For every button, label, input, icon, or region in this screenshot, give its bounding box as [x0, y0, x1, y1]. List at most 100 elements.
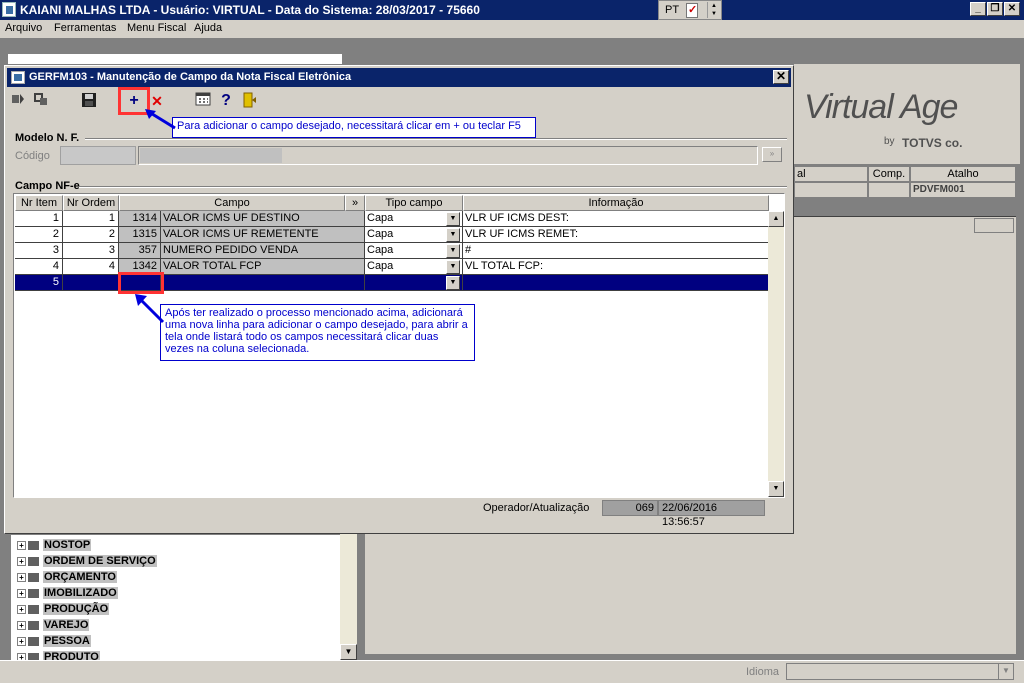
cell-nr-ordem[interactable]: 4: [63, 259, 119, 275]
chevron-down-icon[interactable]: ▼: [446, 276, 460, 290]
statusbar: Idioma ▼: [0, 660, 1024, 683]
header-more-button[interactable]: »: [345, 195, 365, 211]
expand-icon[interactable]: +: [17, 604, 26, 614]
cell-campo-code[interactable]: 357: [119, 243, 161, 259]
tree-item[interactable]: + VAREJO: [17, 619, 90, 635]
tipo-value: Capa: [367, 228, 394, 240]
chevron-down-icon[interactable]: ▼: [998, 664, 1013, 679]
background-middle: [364, 534, 794, 654]
tree-item[interactable]: + IMOBILIZADO: [17, 587, 118, 603]
add-instruction-callout: Para adicionar o campo desejado, necessi…: [172, 117, 536, 138]
grid-scrollbar[interactable]: ▲ ▼: [768, 211, 784, 497]
header-nr-item[interactable]: Nr Item: [15, 195, 63, 211]
expand-icon[interactable]: +: [17, 556, 26, 566]
restore-button[interactable]: ❐: [987, 2, 1003, 16]
idioma-select[interactable]: ▼: [786, 663, 1014, 680]
folder-icon: [28, 620, 39, 630]
chevron-down-icon[interactable]: ▼: [446, 228, 460, 242]
cell-campo-code[interactable]: 1314: [119, 211, 161, 227]
tipo-value: Capa: [367, 260, 394, 272]
expand-icon[interactable]: +: [17, 540, 26, 550]
background-strip: [8, 54, 342, 64]
cell-informacao[interactable]: [463, 275, 769, 291]
cell-campo-name[interactable]: VALOR ICMS UF REMETENTE: [161, 227, 365, 243]
help-button[interactable]: ?: [219, 92, 233, 110]
tree-item[interactable]: + NOSTOP: [17, 539, 92, 555]
scroll-down-icon[interactable]: ▼: [340, 644, 357, 660]
spinner-icon[interactable]: ▲ ▼: [707, 2, 720, 18]
callout-arrow-icon: [135, 294, 165, 324]
cell-campo-name[interactable]: VALOR TOTAL FCP: [161, 259, 365, 275]
bg-header-atalho[interactable]: Atalho: [910, 166, 1016, 182]
cell-nr-item[interactable]: 5: [15, 275, 63, 291]
menu-arquivo[interactable]: Arquivo: [5, 22, 42, 34]
scroll-down-icon[interactable]: ▼: [768, 481, 784, 497]
totvs-logo: TOTVS co.: [902, 136, 963, 150]
cell-nr-ordem[interactable]: [63, 275, 119, 291]
dialog-close-button[interactable]: ✕: [773, 70, 789, 84]
add-button[interactable]: +: [126, 92, 142, 110]
cell-campo-name[interactable]: VALOR ICMS UF DESTINO: [161, 211, 365, 227]
operador-datetime: 22/06/2016 13:56:57: [658, 500, 765, 528]
cell-informacao[interactable]: #: [463, 243, 769, 259]
folder-icon: [28, 572, 39, 582]
cell-nr-item[interactable]: 1: [15, 211, 63, 227]
dialog-icon: [11, 71, 25, 84]
bg-cell-atalho: PDVFM001: [910, 182, 1016, 198]
copy-icon[interactable]: [33, 92, 49, 110]
menu-ajuda[interactable]: Ajuda: [194, 22, 222, 34]
cell-campo-name[interactable]: [161, 275, 365, 291]
cell-nr-ordem[interactable]: 1: [63, 211, 119, 227]
close-app-button[interactable]: ✕: [1004, 2, 1020, 16]
folder-icon: [28, 604, 39, 614]
minimize-button[interactable]: _: [970, 2, 986, 16]
calculator-icon[interactable]: [195, 92, 211, 110]
expand-icon[interactable]: +: [17, 572, 26, 582]
cell-nr-item[interactable]: 3: [15, 243, 63, 259]
tree-scrollbar[interactable]: ▼: [340, 534, 357, 660]
cell-nr-ordem[interactable]: 3: [63, 243, 119, 259]
cell-nr-item[interactable]: 2: [15, 227, 63, 243]
background-body: [794, 234, 1016, 654]
bg-header-comp[interactable]: Comp.: [868, 166, 910, 182]
cell-nr-item[interactable]: 4: [15, 259, 63, 275]
bg-dropdown[interactable]: [974, 218, 1014, 233]
codigo-field[interactable]: [60, 146, 136, 165]
expand-icon[interactable]: +: [17, 620, 26, 630]
modelo-group-title: Modelo N. F.: [15, 132, 80, 144]
cell-campo-name[interactable]: NUMERO PEDIDO VENDA: [161, 243, 365, 259]
expand-icon[interactable]: +: [17, 588, 26, 598]
menu-fiscal[interactable]: Menu Fiscal: [127, 22, 186, 34]
cell-informacao[interactable]: VLR UF ICMS DEST:: [463, 211, 769, 227]
header-tipo-campo[interactable]: Tipo campo: [365, 195, 463, 211]
chevron-down-icon[interactable]: ▼: [446, 260, 460, 274]
first-record-icon[interactable]: [11, 92, 25, 110]
logo-by: by: [884, 136, 895, 147]
chevron-down-icon[interactable]: ▼: [446, 212, 460, 226]
lookup-button[interactable]: »: [762, 147, 782, 162]
header-informacao[interactable]: Informação: [463, 195, 769, 211]
bg-cell: [794, 182, 868, 198]
exit-icon[interactable]: [241, 92, 257, 110]
save-icon[interactable]: [81, 92, 97, 110]
tree-item[interactable]: + PESSOA: [17, 635, 91, 651]
cell-campo-code[interactable]: 1315: [119, 227, 161, 243]
chevron-down-icon[interactable]: ▼: [446, 244, 460, 258]
group-divider: [85, 138, 787, 140]
language-selector[interactable]: PT ▲▼: [658, 0, 722, 20]
header-nr-ordem[interactable]: Nr Ordem: [63, 195, 119, 211]
tree-item[interactable]: + ORÇAMENTO: [17, 571, 117, 587]
bg-header-al: al: [794, 166, 868, 182]
cell-informacao[interactable]: VL TOTAL FCP:: [463, 259, 769, 275]
cell-informacao[interactable]: VLR UF ICMS REMET:: [463, 227, 769, 243]
cell-nr-ordem[interactable]: 2: [63, 227, 119, 243]
expand-icon[interactable]: +: [17, 636, 26, 646]
descricao-field[interactable]: [138, 146, 758, 165]
tree-item[interactable]: + ORDEM DE SERVIÇO: [17, 555, 157, 571]
header-campo[interactable]: Campo: [119, 195, 345, 211]
menu-ferramentas[interactable]: Ferramentas: [54, 22, 116, 34]
scroll-up-icon[interactable]: ▲: [768, 211, 784, 227]
menu-tree[interactable]: + NOSTOP + ORDEM DE SERVIÇO + ORÇAMENTO + IM…: [10, 534, 358, 662]
tree-item[interactable]: + PRODUÇÃO: [17, 603, 110, 619]
virtual-age-logo: Virtual Age: [804, 88, 958, 126]
